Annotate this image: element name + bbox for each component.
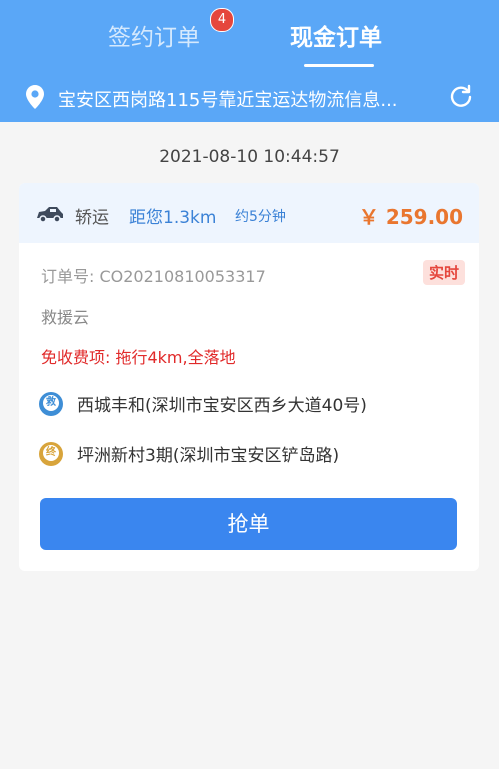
- end-address-row: 终坪洲新村3期(深圳市宝安区铲岛路): [39, 441, 339, 466]
- tab-signed-orders[interactable]: 签约订单: [108, 18, 200, 52]
- distance: 距您1.3km: [129, 208, 217, 228]
- location-text: 宝安区西岗路115号靠近宝运达物流信息...: [58, 90, 398, 111]
- active-tab-indicator: [304, 64, 374, 67]
- location-bar[interactable]: 宝安区西岗路115号靠近宝运达物流信息...: [0, 74, 499, 122]
- order-price: ￥ 259.00: [358, 205, 463, 229]
- start-marker-icon: 救: [39, 391, 63, 416]
- grab-order-button[interactable]: 抢单: [40, 498, 457, 550]
- company-name: 救援云: [41, 308, 90, 327]
- order-number: 订单号: CO20210810053317: [41, 267, 266, 286]
- realtime-tag: 实时: [422, 260, 465, 285]
- free-items: 免收费项: 拖行4km,全落地: [41, 348, 236, 367]
- start-address: 西城丰和(深圳市宝安区西乡大道40号): [77, 396, 367, 416]
- tab-cash-orders[interactable]: 现金订单: [290, 18, 382, 52]
- service-type: 轿运: [75, 208, 109, 228]
- location-pin-icon: [26, 85, 44, 109]
- refresh-icon[interactable]: [449, 84, 473, 108]
- signed-orders-badge: 4: [210, 8, 234, 32]
- order-summary: 轿运 距您1.3km 约5分钟 ￥ 259.00: [19, 183, 479, 243]
- order-tabs: 签约订单 4 现金订单: [0, 0, 499, 70]
- start-address-row: 救西城丰和(深圳市宝安区西乡大道40号): [39, 391, 367, 416]
- eta: 约5分钟: [235, 209, 286, 225]
- car-icon: [37, 207, 63, 223]
- end-address: 坪洲新村3期(深圳市宝安区铲岛路): [77, 446, 340, 466]
- header: 签约订单 4 现金订单 宝安区西岗路115号靠近宝运达物流信息...: [0, 0, 499, 122]
- order-timestamp: 2021-08-10 10:44:57: [159, 147, 340, 167]
- order-card[interactable]: 轿运 距您1.3km 约5分钟 ￥ 259.00 订单号: CO20210810…: [19, 183, 479, 571]
- end-marker-icon: 终: [39, 441, 63, 466]
